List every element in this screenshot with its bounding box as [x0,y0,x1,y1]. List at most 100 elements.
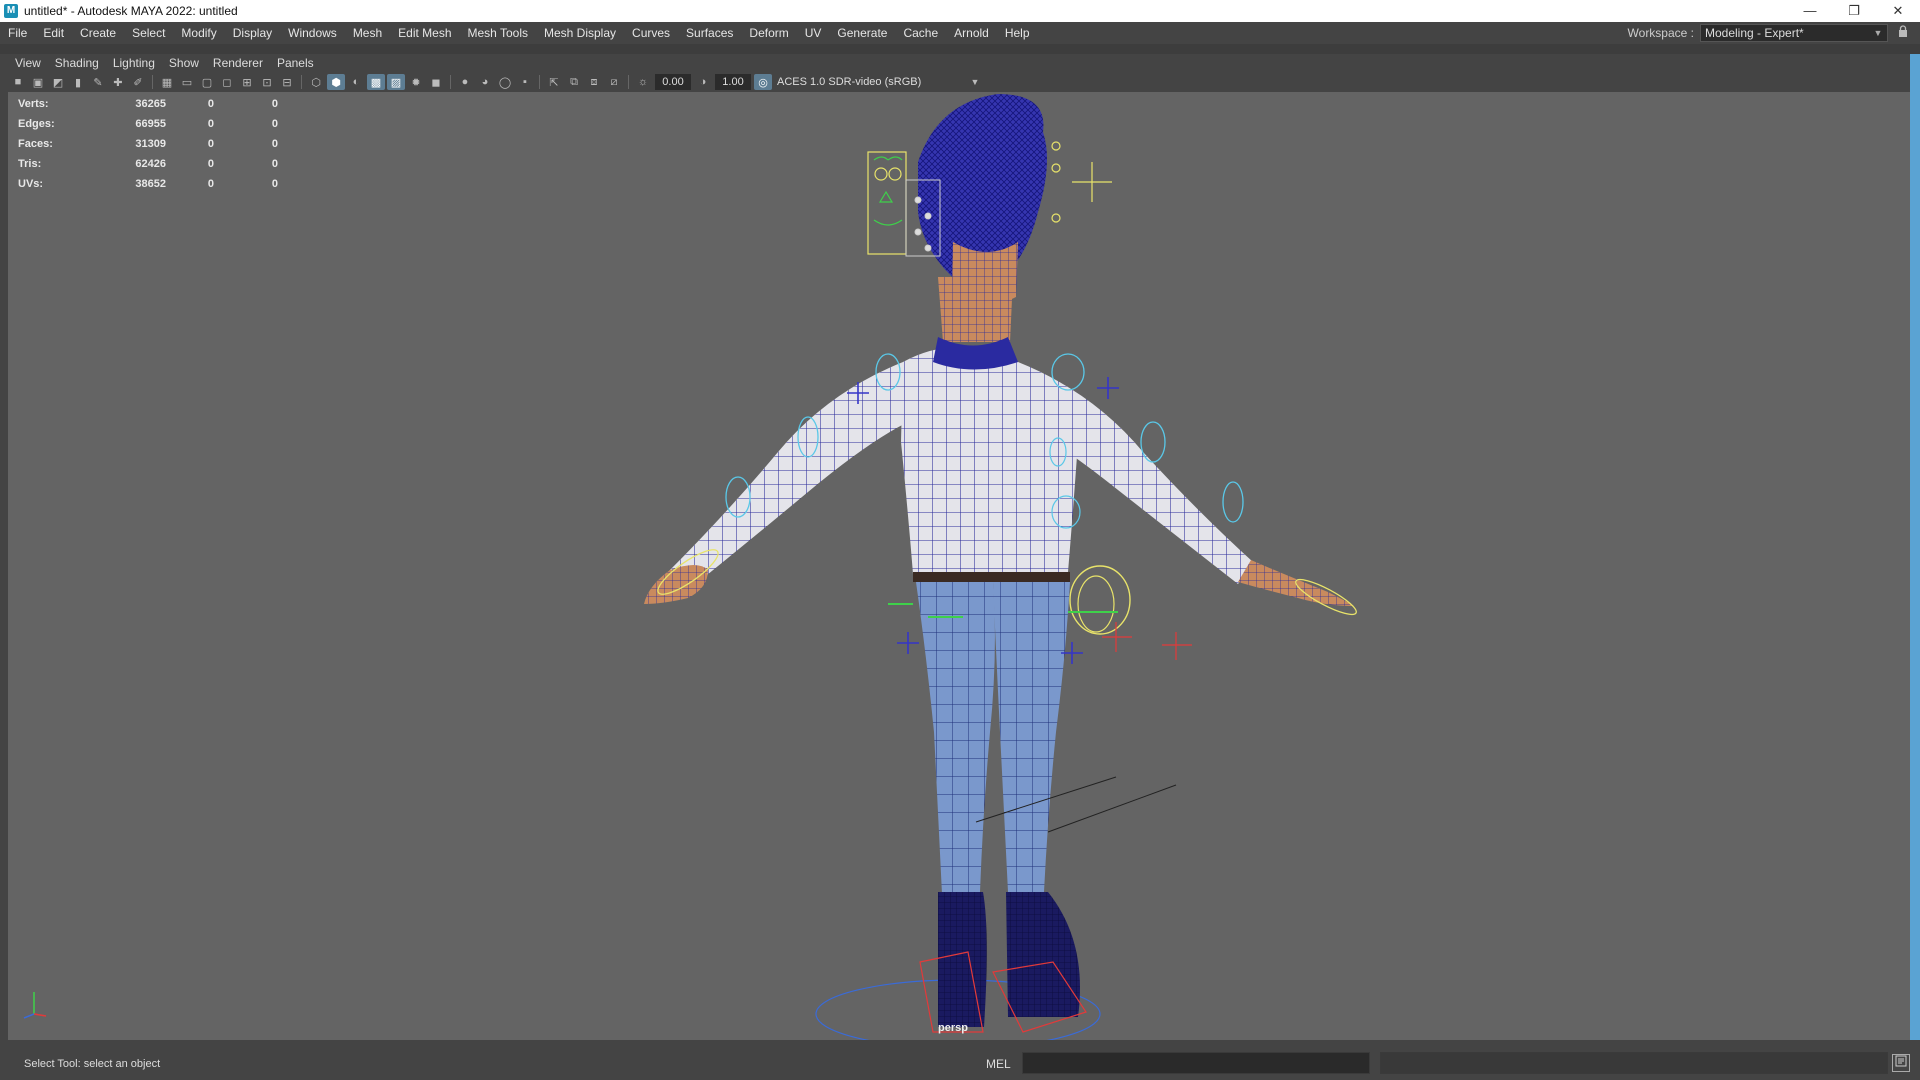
camera-attributes-icon[interactable]: ▣ [29,74,47,90]
command-language-toggle[interactable]: MEL [986,1057,1011,1071]
workspace-selector: Workspace : Modeling - Expert* ▼ [1628,22,1910,44]
menu-curves[interactable]: Curves [624,22,678,44]
hud-row-tris: Tris: 62426 0 0 [18,158,278,170]
panel-menu-shading[interactable]: Shading [48,56,106,70]
bookmarks-icon[interactable]: ◩ [49,74,67,90]
eye-aim-controls [1051,141,1112,223]
left-leg-mesh [916,582,995,894]
menu-display[interactable]: Display [225,22,280,44]
menu-edit[interactable]: Edit [35,22,72,44]
workspace-dropdown[interactable]: Modeling - Expert* ▼ [1700,24,1888,42]
exposure-icon[interactable]: ☼ [634,74,652,90]
left-shoe-mesh [938,892,987,1027]
xray-active-components-icon[interactable]: ⧈ [585,74,603,90]
screen-space-ao-icon[interactable]: ● [456,74,474,90]
anti-aliasing-icon[interactable]: ◯ [496,74,514,90]
gamma-field[interactable]: 1.00 [715,74,751,90]
film-gate-icon[interactable]: ▭ [178,74,196,90]
perspective-viewport[interactable]: Verts: 36265 0 0 Edges: 66955 0 0 Faces:… [8,92,1910,1040]
script-editor-icon[interactable] [1892,1054,1910,1072]
belt-mesh [913,572,1070,582]
panel-menu-show[interactable]: Show [162,56,206,70]
menu-arnold[interactable]: Arnold [946,22,997,44]
command-line-input[interactable] [1022,1052,1370,1074]
smooth-shade-icon[interactable]: ⬢ [327,74,345,90]
xray-joints-icon[interactable]: ⧄ [605,74,623,90]
color-management-icon[interactable]: ◎ [754,74,772,90]
motion-blur-icon[interactable]: ◕ [476,74,494,90]
maya-logo-icon: M [4,4,18,18]
lock-icon[interactable] [1896,25,1910,41]
textured-icon[interactable]: ▨ [387,74,405,90]
shadows-icon[interactable]: ◼ [427,74,445,90]
menu-mesh-tools[interactable]: Mesh Tools [460,22,536,44]
menu-edit-mesh[interactable]: Edit Mesh [390,22,459,44]
menu-create[interactable]: Create [72,22,124,44]
grid-icon[interactable]: ▦ [158,74,176,90]
menu-surfaces[interactable]: Surfaces [678,22,741,44]
image-plane-icon[interactable]: ▮ [69,74,87,90]
view-transform-dropdown[interactable]: ACES 1.0 SDR-video (sRGB) ▼ [773,74,979,90]
close-button[interactable]: ✕ [1876,0,1920,22]
safe-action-icon[interactable]: ⊡ [258,74,276,90]
safe-title-icon[interactable]: ⊟ [278,74,296,90]
grease-pencil-icon[interactable]: ✚ [109,74,127,90]
default-material-icon[interactable]: ◐ [347,74,365,90]
minimize-button[interactable]: — [1788,0,1832,22]
isolate-select-icon[interactable]: ⇱ [545,74,563,90]
pencil-icon[interactable]: ✐ [129,74,147,90]
menu-modify[interactable]: Modify [173,22,224,44]
left-arm-mesh [668,362,908,592]
chevron-down-icon: ▼ [1873,28,1883,38]
menu-file[interactable]: File [0,22,35,44]
resolution-gate-icon[interactable]: ▢ [198,74,216,90]
panel-menu-view[interactable]: View [8,56,48,70]
panel-toolbar: ■ ▣ ◩ ▮ ✎ ✚ ✐ ▦ ▭ ▢ ◻ ⊞ ⊡ ⊟ ⬡ ⬢ ◐ ▩ ▨ ✹ … [8,72,1910,92]
hud-row-edges: Edges: 66955 0 0 [18,118,278,130]
panel-menu-panels[interactable]: Panels [270,56,321,70]
view-transform-value: ACES 1.0 SDR-video (sRGB) [777,76,922,88]
right-shoe-mesh [1006,892,1080,1017]
menu-select[interactable]: Select [124,22,173,44]
panel-menu-renderer[interactable]: Renderer [206,56,270,70]
menu-mesh[interactable]: Mesh [345,22,390,44]
hud-row-faces: Faces: 31309 0 0 [18,138,278,150]
camera-select-icon[interactable]: ■ [9,74,27,90]
gamma-icon[interactable]: ◑ [694,74,712,90]
title-bar: M untitled* - Autodesk MAYA 2022: untitl… [0,0,1920,22]
menu-windows[interactable]: Windows [280,22,345,44]
help-line: Select Tool: select an object MEL [0,1040,1920,1080]
right-shoulder-control [1051,353,1085,391]
shelf-divider [0,44,1920,54]
command-result-field [1380,1052,1888,1074]
menu-cache[interactable]: Cache [895,22,946,44]
left-hand-mesh [644,565,708,604]
exposure-field[interactable]: 0.00 [655,74,691,90]
menu-generate[interactable]: Generate [829,22,895,44]
view-axis-icon [23,992,47,1019]
knee-pole-vector-controls [1102,622,1192,660]
chevron-down-icon: ▼ [970,77,980,87]
menu-mesh-display[interactable]: Mesh Display [536,22,624,44]
use-all-lights-icon[interactable]: ✹ [407,74,425,90]
camera-name-label: persp [938,1022,968,1034]
wireframe-icon[interactable]: ⬡ [307,74,325,90]
depth-of-field-icon[interactable]: ▪ [516,74,534,90]
two-d-pan-icon[interactable]: ✎ [89,74,107,90]
character-rig-scene [644,94,1357,1040]
field-chart-icon[interactable]: ⊞ [238,74,256,90]
menu-deform[interactable]: Deform [741,22,796,44]
workspace-label: Workspace : [1627,26,1694,40]
restore-button[interactable]: ❐ [1832,0,1876,22]
wireframe-on-shaded-icon[interactable]: ▩ [367,74,385,90]
menu-uv[interactable]: UV [797,22,830,44]
menu-help[interactable]: Help [997,22,1038,44]
help-line-message: Select Tool: select an object [24,1058,161,1070]
gate-mask-icon[interactable]: ◻ [218,74,236,90]
hip-inner-control [1077,575,1115,633]
xray-icon[interactable]: ⧉ [565,74,583,90]
panel-menu-lighting[interactable]: Lighting [106,56,162,70]
face-gui-control [867,151,907,255]
right-forearm-control [1222,481,1244,523]
window-title: untitled* - Autodesk MAYA 2022: untitled [24,4,238,18]
